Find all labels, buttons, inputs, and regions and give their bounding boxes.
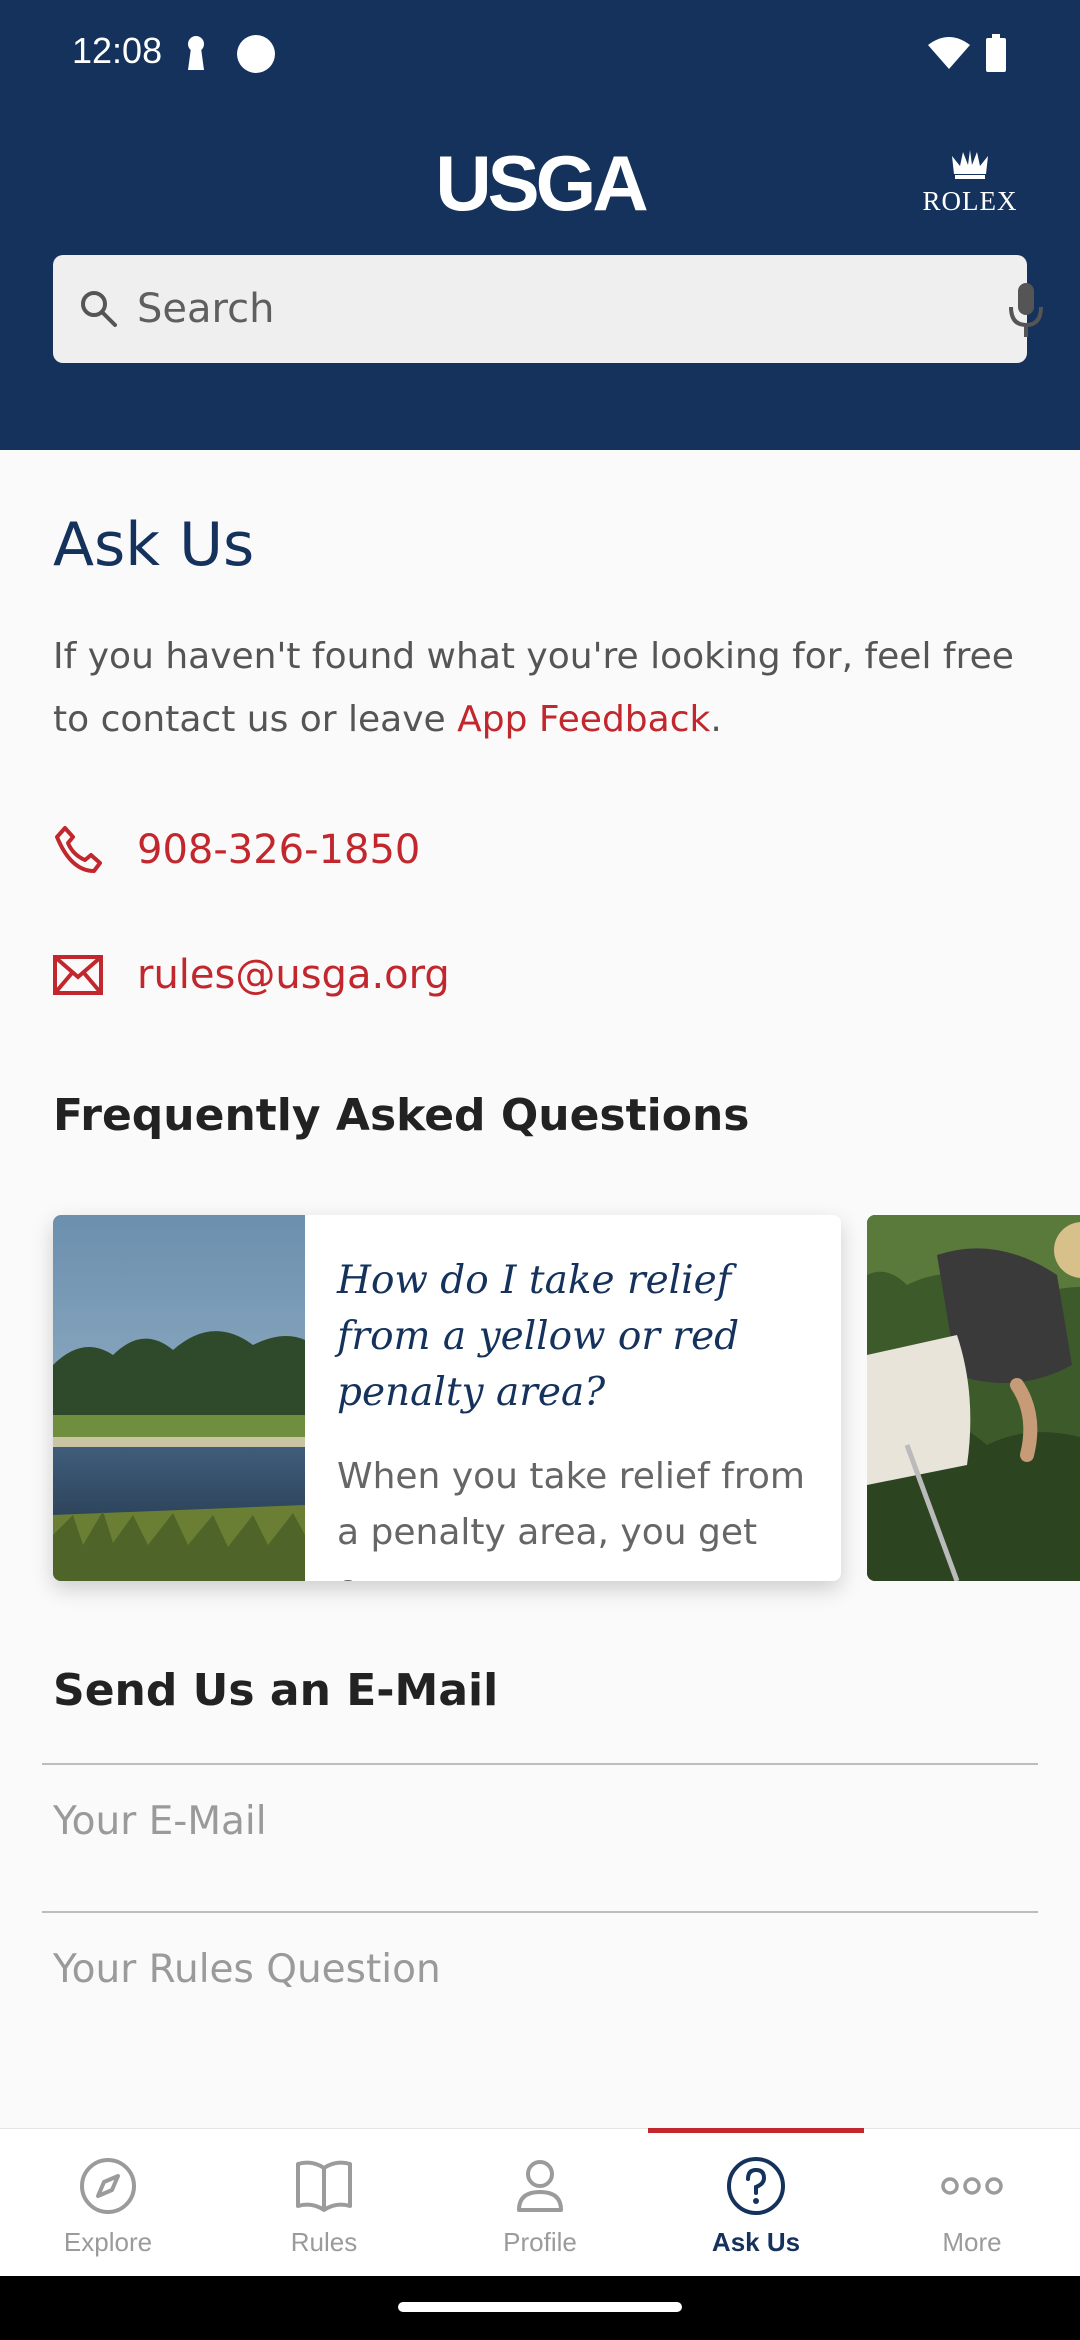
app-feedback-link[interactable]: App Feedback xyxy=(457,699,710,740)
app-header: 12:08 USGA ROLEX xyxy=(0,0,1080,450)
faq-card-next[interactable] xyxy=(867,1215,1080,1581)
status-bar: 12:08 xyxy=(0,0,1080,110)
phone-number[interactable]: 908-326-1850 xyxy=(137,827,420,873)
faq-question: How do I take relief from a yellow or re… xyxy=(337,1258,740,1415)
nav-label: Ask Us xyxy=(711,2227,801,2257)
email-form-section: Send Us an E-Mail xyxy=(0,1630,1080,2130)
phone-contact[interactable]: 908-326-1850 xyxy=(53,820,420,880)
rolex-wordmark: ROLEX xyxy=(922,186,1018,216)
microphone-icon[interactable] xyxy=(1008,281,1044,339)
faq-card-image xyxy=(53,1215,305,1581)
nav-label: More xyxy=(942,2227,1002,2257)
phone-icon xyxy=(55,826,102,873)
rolex-logo: ROLEX xyxy=(910,148,1030,217)
email-field[interactable] xyxy=(53,1776,1023,1866)
search-input[interactable] xyxy=(137,255,917,363)
faq-card[interactable]: How do I take relief from a yellow or re… xyxy=(53,1215,841,1581)
battery-icon xyxy=(986,34,1006,72)
golfer-image xyxy=(867,1215,1080,1581)
book-icon xyxy=(296,2160,352,2212)
search-icon xyxy=(81,291,117,327)
compass-icon xyxy=(80,2158,136,2214)
divider xyxy=(42,1763,1038,1765)
nav-item-explore[interactable]: Explore xyxy=(0,2129,216,2276)
more-dots-icon xyxy=(941,2177,1003,2195)
bottom-nav: Explore Rules Profile Ask Us More xyxy=(0,2128,1080,2276)
faq-card-text: How do I take relief from a yellow or re… xyxy=(305,1215,841,1581)
crown-icon xyxy=(952,150,988,179)
divider xyxy=(42,1911,1038,1913)
email-address[interactable]: rules@usga.org xyxy=(137,952,450,998)
nav-item-profile[interactable]: Profile xyxy=(432,2129,648,2276)
rules-question-field[interactable] xyxy=(53,1924,1023,2014)
email-form-heading: Send Us an E-Mail xyxy=(53,1665,499,1716)
nav-item-more[interactable]: More xyxy=(864,2129,1080,2276)
nav-label: Rules xyxy=(290,2227,358,2257)
nav-label: Profile xyxy=(503,2227,577,2257)
intro-text: If you haven't found what you're looking… xyxy=(53,625,1033,751)
home-gesture-handle[interactable] xyxy=(398,2302,682,2312)
nav-label: Explore xyxy=(63,2227,153,2257)
status-time: 12:08 xyxy=(72,30,163,71)
mail-icon xyxy=(53,955,103,995)
intro-suffix: . xyxy=(710,699,722,740)
email-contact[interactable]: rules@usga.org xyxy=(53,945,450,1005)
nav-item-rules[interactable]: Rules xyxy=(216,2129,432,2276)
keyhole-icon xyxy=(188,36,204,70)
wifi-icon xyxy=(928,37,970,69)
page-title: Ask Us xyxy=(53,510,255,580)
search-bar[interactable] xyxy=(53,255,1043,363)
faq-excerpt: When you take relief from a penalty area… xyxy=(337,1456,805,1581)
golf-course-image xyxy=(53,1215,305,1581)
question-circle-icon xyxy=(727,2157,785,2215)
circle-status-icon xyxy=(237,35,275,73)
person-icon xyxy=(517,2160,563,2212)
gesture-bar xyxy=(0,2276,1080,2340)
faq-heading: Frequently Asked Questions xyxy=(53,1090,750,1141)
nav-item-ask-us[interactable]: Ask Us xyxy=(648,2128,864,2276)
